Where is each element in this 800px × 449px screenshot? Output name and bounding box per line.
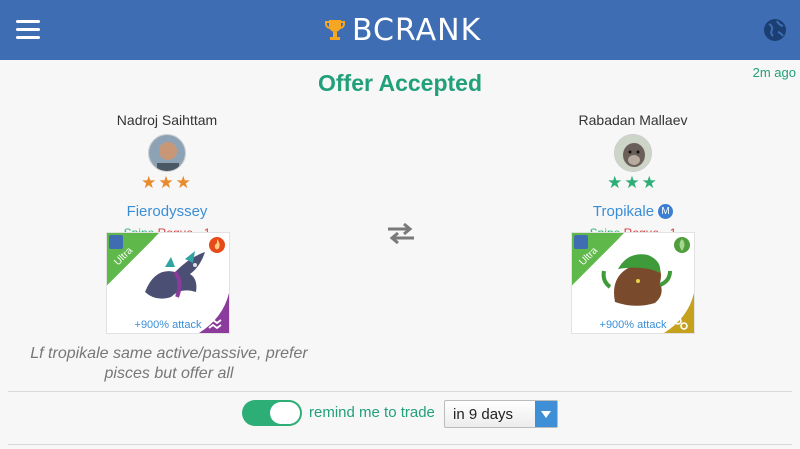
app-logo[interactable]: BCRANK — [324, 12, 481, 48]
right-avatar[interactable] — [614, 134, 652, 172]
right-player: Rabadan Mallaev ★★★ Tropikale M Snipe Ro… — [518, 112, 748, 242]
offer-description: Lf tropikale same active/passive, prefer… — [30, 345, 308, 382]
leaf-element-icon — [674, 237, 690, 253]
left-player-name[interactable]: Nadroj Saihttam — [52, 112, 282, 130]
divider — [8, 444, 792, 445]
chevron-down-icon[interactable] — [535, 401, 557, 427]
left-monster-name[interactable]: Fierodyssey — [52, 201, 282, 221]
right-player-name[interactable]: Rabadan Mallaev — [518, 112, 748, 130]
right-monster-name[interactable]: Tropikale M — [518, 201, 748, 221]
right-rating-stars: ★★★ — [607, 173, 659, 192]
offer-status-title: Offer Accepted — [317, 70, 483, 96]
left-rating-stars: ★★★ — [141, 173, 193, 192]
time-ago: 2m ago — [752, 65, 796, 80]
book-icon — [109, 235, 123, 249]
remind-toggle[interactable] — [242, 400, 302, 426]
hamburger-menu-icon[interactable] — [16, 20, 40, 40]
swap-icon — [388, 222, 414, 244]
brand-name: BCRANK — [352, 12, 482, 48]
globe-icon[interactable] — [763, 18, 787, 42]
remind-days-value: in 9 days — [453, 406, 514, 423]
left-player: Nadroj Saihttam ★★★ Fierodyssey Snipe Ro… — [52, 112, 282, 242]
divider — [8, 391, 792, 392]
top-bar: BCRANK — [0, 0, 800, 60]
left-monster-card[interactable]: Ultra +900% attack — [106, 232, 230, 334]
fire-element-icon — [209, 237, 225, 253]
remind-days-select[interactable]: in 9 days — [444, 400, 558, 428]
trophy-icon — [325, 20, 345, 40]
toggle-knob — [270, 402, 300, 424]
left-attack-bonus: +900% attack — [134, 319, 202, 331]
right-attack-bonus: +900% attack — [599, 319, 667, 331]
remind-label: remind me to trade — [309, 404, 435, 421]
right-monster-card[interactable]: Ultra +900% attack — [571, 232, 695, 334]
left-avatar[interactable] — [148, 134, 186, 172]
m-badge-icon: M — [658, 203, 674, 219]
book-icon — [574, 235, 588, 249]
